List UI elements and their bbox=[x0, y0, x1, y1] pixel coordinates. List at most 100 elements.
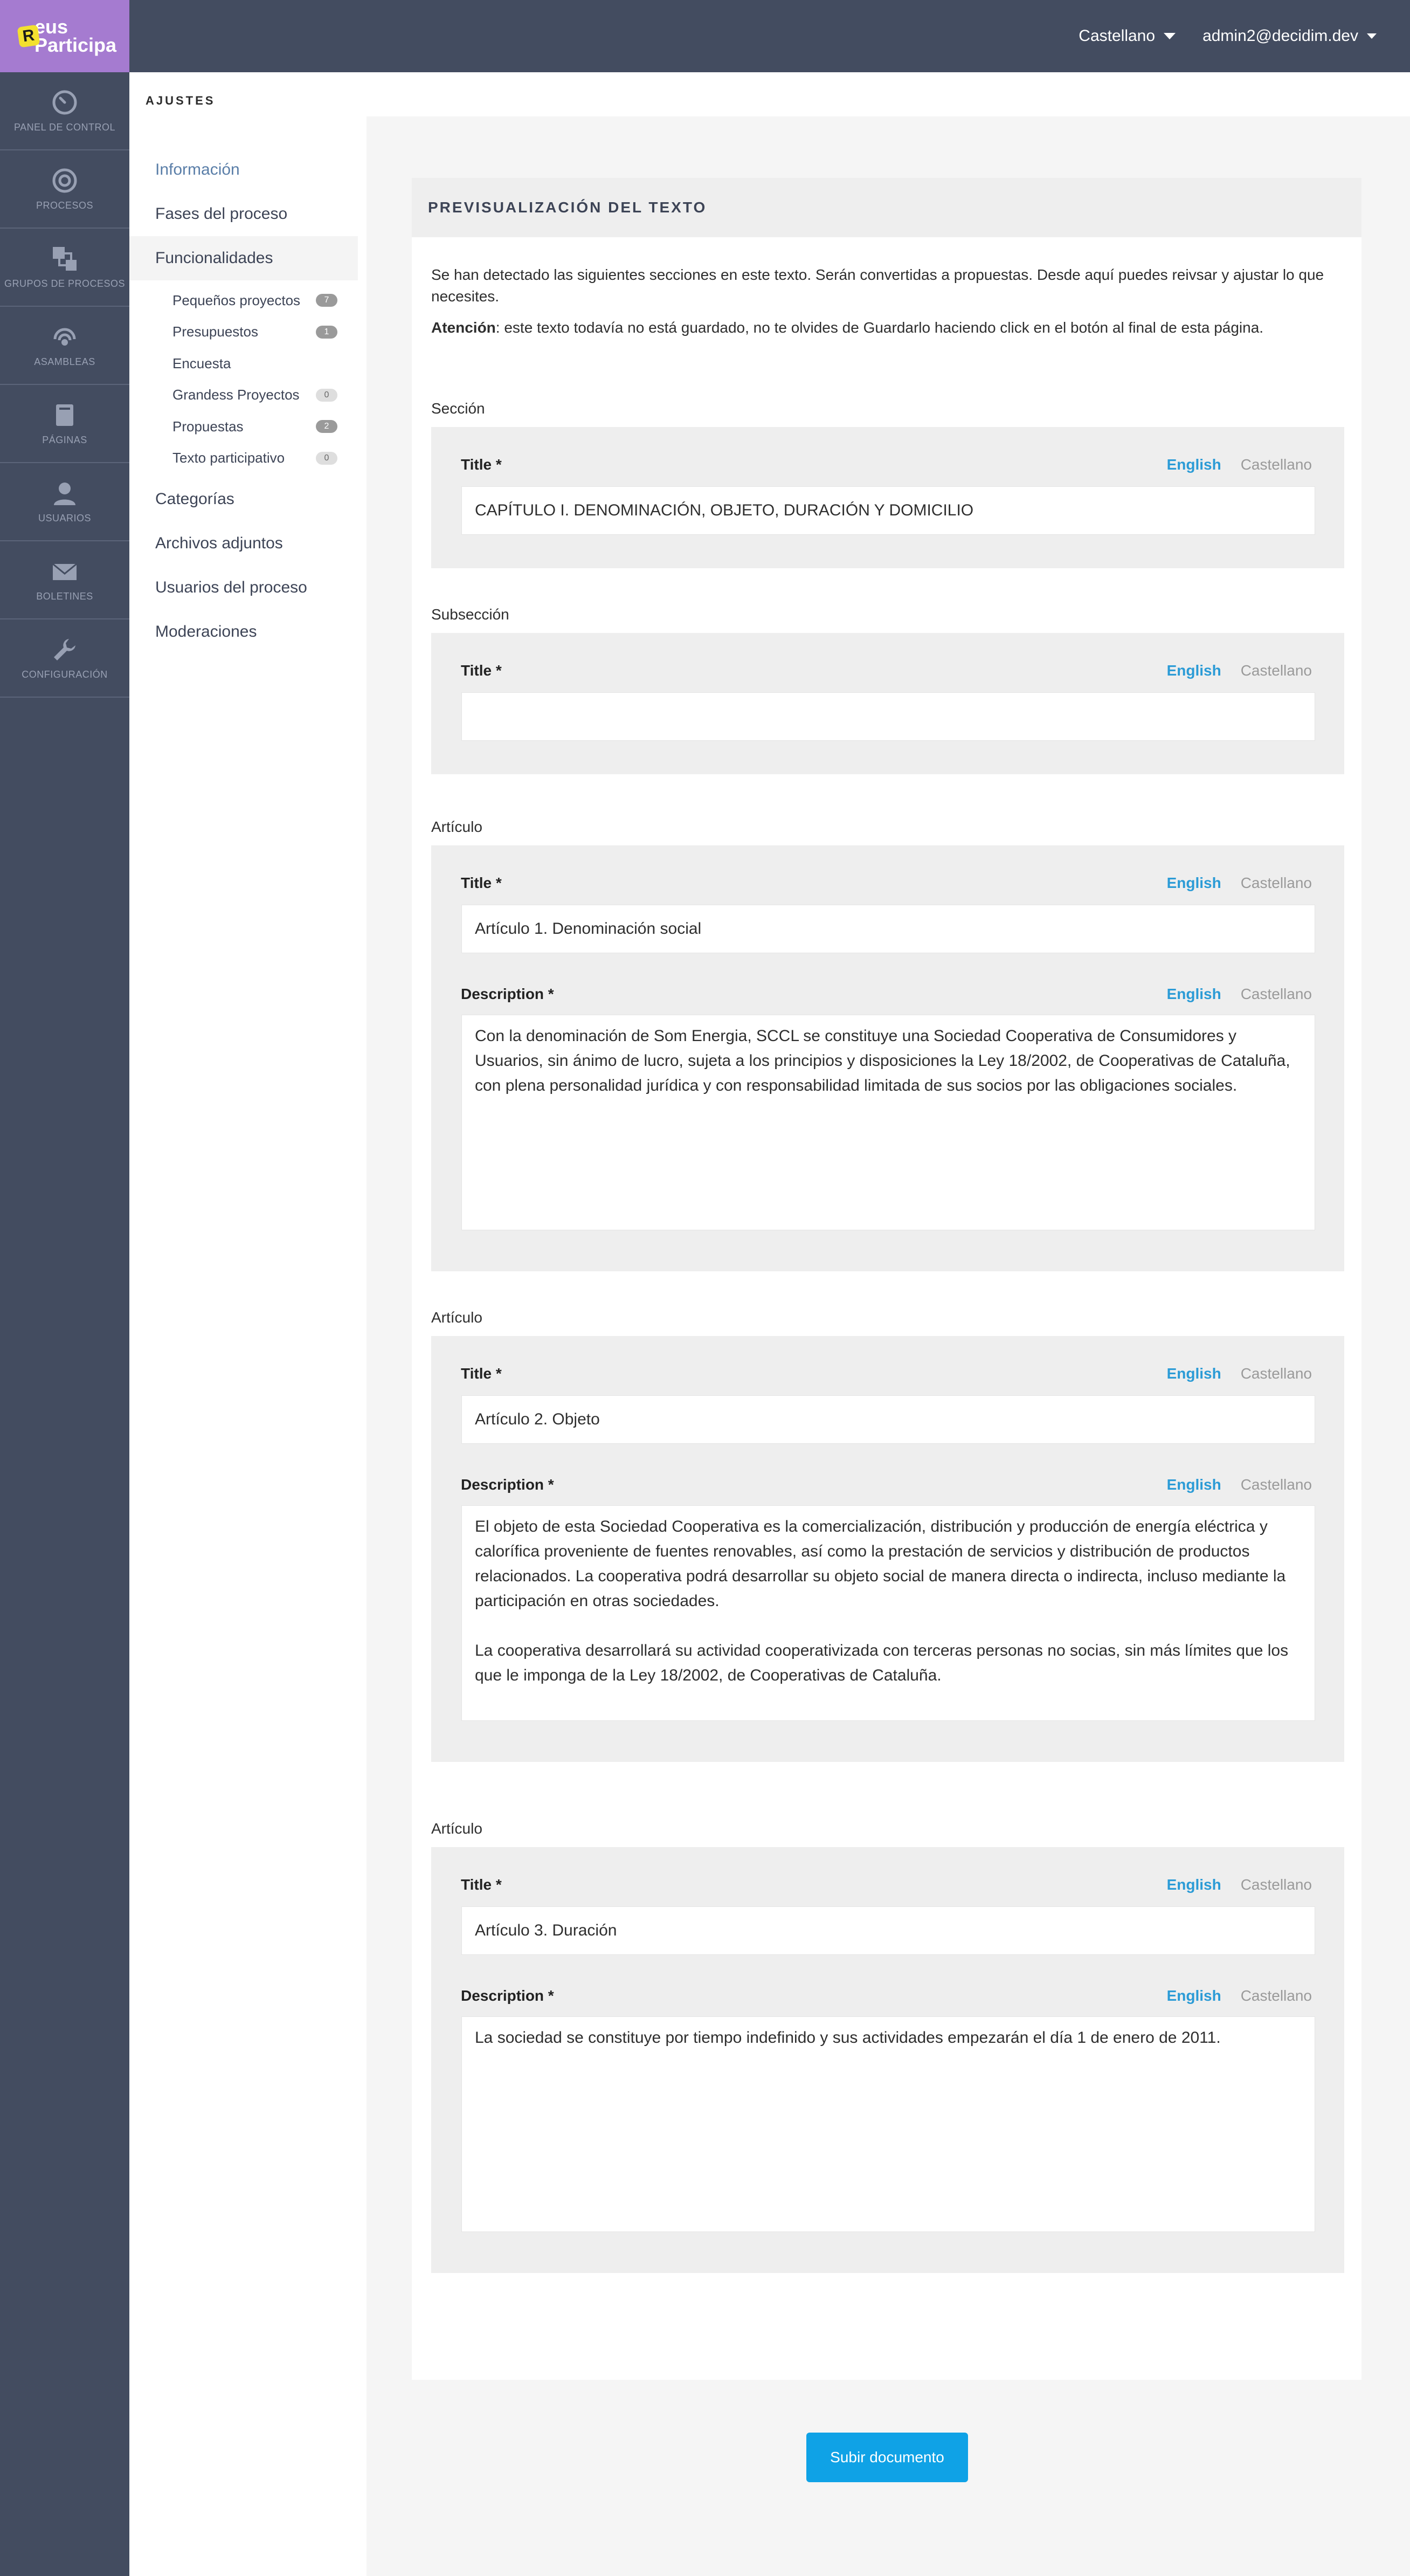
menu-item-phases[interactable]: Fases del proceso bbox=[129, 192, 358, 236]
description-label: Description * bbox=[461, 1987, 554, 2004]
warning-strong: Atención bbox=[431, 319, 496, 336]
component-item[interactable]: Texto participativo 0 bbox=[129, 443, 358, 474]
tab-castellano[interactable]: Castellano bbox=[1241, 874, 1312, 891]
count-badge: 2 bbox=[316, 420, 337, 433]
count-badge: 1 bbox=[316, 325, 337, 339]
component-label: Encuesta bbox=[172, 355, 231, 371]
tab-english[interactable]: English bbox=[1167, 1987, 1221, 2004]
nav-label: PANEL DE CONTROL bbox=[13, 122, 116, 133]
component-item[interactable]: Encuesta bbox=[129, 348, 358, 380]
description-field-header: Description * English Castellano bbox=[461, 1476, 1312, 1493]
dashboard-icon bbox=[51, 88, 79, 116]
title-field-header: Title * English Castellano bbox=[461, 456, 1312, 473]
nav-item-dashboard[interactable]: PANEL DE CONTROL bbox=[0, 72, 129, 150]
menu-item-attachments[interactable]: Archivos adjuntos bbox=[129, 521, 358, 566]
tab-english[interactable]: English bbox=[1167, 986, 1221, 1002]
language-tabs: English Castellano bbox=[1148, 1987, 1312, 2005]
tab-castellano[interactable]: Castellano bbox=[1241, 1365, 1312, 1382]
tab-castellano[interactable]: Castellano bbox=[1241, 1476, 1312, 1493]
card-title: PREVISUALIZACIÓN DEL TEXTO bbox=[412, 178, 1361, 237]
description-field-header: Description * English Castellano bbox=[461, 986, 1312, 1003]
nav-item-newsletters[interactable]: BOLETINES bbox=[0, 541, 129, 619]
tab-english[interactable]: English bbox=[1167, 874, 1221, 891]
count-badge: 0 bbox=[316, 388, 337, 402]
tab-english[interactable]: English bbox=[1167, 456, 1221, 473]
tab-castellano[interactable]: Castellano bbox=[1241, 1987, 1312, 2004]
title-input[interactable] bbox=[461, 692, 1315, 741]
menu-item-moderations[interactable]: Moderaciones bbox=[129, 610, 358, 654]
language-label: Castellano bbox=[1079, 27, 1156, 45]
description-label: Description * bbox=[461, 1476, 554, 1493]
nav-item-assemblies[interactable]: ASAMBLEAS bbox=[0, 307, 129, 385]
tab-english[interactable]: English bbox=[1167, 1365, 1221, 1382]
chevron-down-icon bbox=[1367, 33, 1377, 39]
nav-item-settings[interactable]: CONFIGURACIÓN bbox=[0, 619, 129, 698]
wrench-icon bbox=[51, 636, 79, 664]
content-header-strip bbox=[367, 72, 1410, 116]
menu-item-information[interactable]: Información bbox=[129, 148, 358, 192]
section-type-label: Artículo bbox=[431, 1820, 482, 1837]
target-icon bbox=[51, 167, 79, 195]
tab-english[interactable]: English bbox=[1167, 1876, 1221, 1893]
nav-label: ASAMBLEAS bbox=[34, 356, 95, 367]
title-input[interactable]: Artículo 2. Objeto bbox=[461, 1395, 1315, 1444]
logo-line-2: Participa bbox=[34, 34, 117, 56]
title-input[interactable]: Artículo 1. Denominación social bbox=[461, 905, 1315, 953]
main-nav: R eus Participa PANEL DE CONTROL PROCESO… bbox=[0, 0, 129, 2576]
title-field-header: Title * English Castellano bbox=[461, 662, 1312, 679]
user-menu[interactable]: admin2@decidim.dev bbox=[1202, 27, 1377, 45]
title-input[interactable]: CAPÍTULO I. DENOMINACIÓN, OBJETO, DURACI… bbox=[461, 486, 1315, 535]
user-email: admin2@decidim.dev bbox=[1202, 27, 1358, 45]
nav-label: PÁGINAS bbox=[42, 435, 87, 445]
nav-label: BOLETINES bbox=[36, 591, 93, 602]
tab-castellano[interactable]: Castellano bbox=[1241, 456, 1312, 473]
language-tabs: English Castellano bbox=[1148, 986, 1312, 1003]
description-textarea[interactable]: El objeto de esta Sociedad Cooperativa e… bbox=[461, 1505, 1315, 1721]
count-badge: 7 bbox=[316, 294, 337, 307]
tab-castellano[interactable]: Castellano bbox=[1241, 986, 1312, 1002]
title-label: Title * bbox=[461, 662, 502, 679]
menu-item-components[interactable]: Funcionalidades bbox=[129, 236, 358, 280]
description-field-header: Description * English Castellano bbox=[461, 1987, 1312, 2005]
description-paragraph: La sociedad se constituye por tiempo ind… bbox=[475, 2029, 1221, 2047]
section-fields: Title * English Castellano Artículo 1. De… bbox=[431, 845, 1344, 1271]
logo[interactable]: R eus Participa bbox=[0, 0, 129, 72]
tab-english[interactable]: English bbox=[1167, 1476, 1221, 1493]
tab-castellano[interactable]: Castellano bbox=[1241, 662, 1312, 679]
section-fields: Title * English Castellano bbox=[431, 633, 1344, 774]
tab-castellano[interactable]: Castellano bbox=[1241, 1876, 1312, 1893]
language-tabs: English Castellano bbox=[1148, 1876, 1312, 1893]
description-textarea[interactable]: Con la denominación de Som Energia, SCCL… bbox=[461, 1015, 1315, 1230]
user-icon bbox=[51, 479, 79, 507]
upload-document-button[interactable]: Subir documento bbox=[806, 2433, 968, 2482]
section-fields: Title * English Castellano CAPÍTULO I. DE… bbox=[431, 427, 1344, 568]
language-tabs: English Castellano bbox=[1148, 1365, 1312, 1382]
language-tabs: English Castellano bbox=[1148, 874, 1312, 892]
title-label: Title * bbox=[461, 1876, 502, 1893]
language-tabs: English Castellano bbox=[1148, 456, 1312, 473]
tab-english[interactable]: English bbox=[1167, 662, 1221, 679]
count-badge: 0 bbox=[316, 451, 337, 465]
nav-item-users[interactable]: USUARIOS bbox=[0, 463, 129, 541]
language-tabs: English Castellano bbox=[1148, 662, 1312, 679]
component-label: Grandess Proyectos bbox=[172, 387, 300, 403]
nav-item-process-groups[interactable]: GRUPOS DE PROCESOS bbox=[0, 229, 129, 307]
squares-icon bbox=[51, 245, 79, 273]
nav-item-processes[interactable]: PROCESOS bbox=[0, 150, 129, 229]
nav-label: USUARIOS bbox=[38, 513, 92, 524]
logo-badge: R bbox=[17, 24, 40, 48]
description-textarea[interactable]: La sociedad se constituye por tiempo ind… bbox=[461, 2016, 1315, 2232]
component-item[interactable]: Grandess Proyectos 0 bbox=[129, 380, 358, 411]
component-item[interactable]: Propuestas 2 bbox=[129, 411, 358, 443]
title-field-header: Title * English Castellano bbox=[461, 874, 1312, 892]
component-item[interactable]: Pequeños proyectos 7 bbox=[129, 285, 358, 316]
language-dropdown[interactable]: Castellano bbox=[1079, 27, 1176, 45]
nav-item-pages[interactable]: PÁGINAS bbox=[0, 385, 129, 463]
logo-text: eus Participa bbox=[34, 17, 117, 56]
title-input[interactable]: Artículo 3. Duración bbox=[461, 1906, 1315, 1955]
title-field-header: Title * English Castellano bbox=[461, 1876, 1312, 1893]
component-label: Propuestas bbox=[172, 418, 244, 435]
menu-item-categories[interactable]: Categorías bbox=[129, 477, 358, 521]
component-item[interactable]: Presupuestos 1 bbox=[129, 316, 358, 348]
menu-item-process-users[interactable]: Usuarios del proceso bbox=[129, 566, 358, 610]
